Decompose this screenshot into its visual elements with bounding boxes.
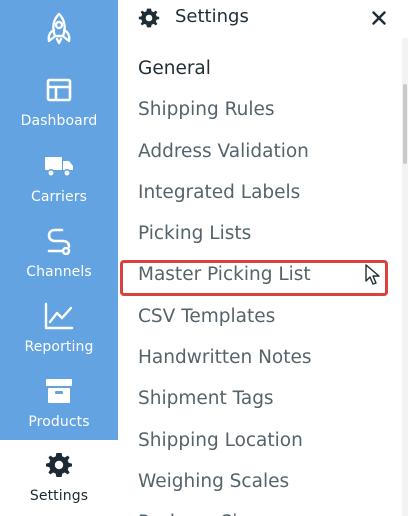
settings-panel-header: Settings — [118, 0, 408, 38]
settings-item-master-picking-list[interactable]: Master Picking List — [118, 254, 402, 295]
settings-menu: General Shipping Rules Address Validatio… — [118, 48, 402, 516]
scrollbar-thumb[interactable] — [403, 84, 407, 164]
channels-icon — [44, 226, 74, 256]
settings-scrollbar[interactable] — [402, 38, 408, 516]
settings-panel: Settings General Shipping Rules Address … — [118, 0, 408, 516]
settings-item-address-validation[interactable]: Address Validation — [118, 131, 402, 172]
nav-channels-label: Channels — [26, 264, 92, 280]
left-navigation-rail: Dashboard Carriers Channels Reporting Pr… — [0, 0, 118, 516]
nav-channels[interactable]: Channels — [0, 226, 118, 302]
truck-icon — [44, 151, 74, 181]
rocket-logo-icon — [47, 12, 71, 45]
settings-item-general[interactable]: General — [118, 48, 402, 89]
dashboard-icon — [44, 75, 74, 105]
nav-carriers[interactable]: Carriers — [0, 151, 118, 227]
nav-carriers-label: Carriers — [31, 189, 87, 205]
settings-item-picking-lists[interactable]: Picking Lists — [118, 213, 402, 254]
settings-item-integrated-labels[interactable]: Integrated Labels — [118, 172, 402, 213]
nav-settings[interactable]: Settings — [0, 440, 118, 516]
app-logo[interactable] — [0, 0, 118, 56]
settings-item-shipment-tags[interactable]: Shipment Tags — [118, 378, 402, 419]
settings-item-weighing-scales[interactable]: Weighing Scales — [118, 461, 402, 502]
close-button[interactable] — [368, 7, 390, 29]
panel-title: Settings — [175, 6, 249, 27]
close-icon — [372, 11, 386, 25]
chart-line-icon — [44, 301, 74, 331]
settings-item-shipping-rules[interactable]: Shipping Rules — [118, 89, 402, 130]
gear-icon — [138, 8, 160, 28]
highlighted-item-wrapper: Master Picking List — [118, 254, 402, 297]
settings-item-csv-templates[interactable]: CSV Templates — [118, 296, 402, 337]
mouse-cursor-icon — [365, 264, 380, 286]
nav-dashboard[interactable]: Dashboard — [0, 75, 118, 151]
nav-reporting[interactable]: Reporting — [0, 301, 118, 377]
nav-products-label: Products — [28, 414, 90, 430]
settings-item-package-sizes[interactable]: Package Sizes — [118, 502, 402, 516]
nav-settings-label: Settings — [29, 488, 89, 504]
gear-icon — [44, 450, 74, 480]
nav-dashboard-label: Dashboard — [20, 113, 98, 129]
settings-item-handwritten-notes[interactable]: Handwritten Notes — [118, 337, 402, 378]
nav-reporting-label: Reporting — [24, 339, 94, 355]
box-icon — [44, 376, 74, 406]
settings-item-shipping-location[interactable]: Shipping Location — [118, 420, 402, 461]
